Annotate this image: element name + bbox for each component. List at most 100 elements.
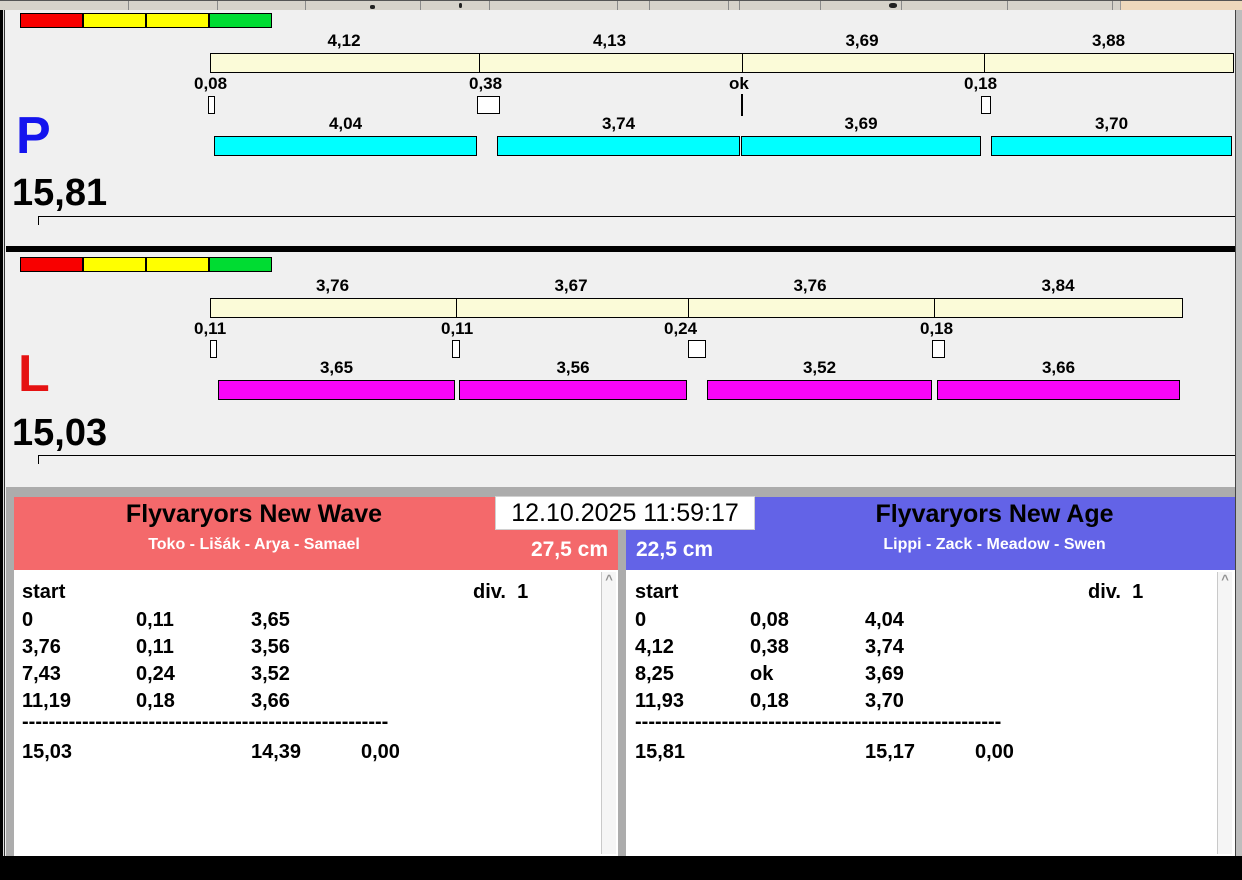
text-caret <box>38 217 39 225</box>
log-cell: 0 <box>22 609 34 631</box>
lane-panel-l: 3,76 3,67 3,76 3,84 0,11 0,11 0,24 0,18 … <box>6 252 1235 487</box>
dog-run-bar <box>214 136 477 156</box>
exchange-gap-box <box>932 340 945 358</box>
log-cell: 3,65 <box>251 609 290 631</box>
log-start-label: start <box>635 581 679 603</box>
log-clean-time: 15,17 <box>865 741 916 763</box>
log-cell: 0,08 <box>750 609 789 631</box>
log-cell: 0,38 <box>750 636 789 658</box>
team-card-right: Flyvaryors New Age Lippi - Zack - Meadow… <box>626 497 1235 856</box>
traffic-light-bar <box>20 257 272 272</box>
exchange-gap-label: 0,08 <box>194 74 228 93</box>
run-time-label: 3,70 <box>1094 114 1129 133</box>
dog-run-bar <box>707 380 932 400</box>
exchange-gap-label: 0,11 <box>441 319 474 338</box>
exchange-gap-label: 0,11 <box>194 319 227 338</box>
lane-total-time: 15,03 <box>12 412 108 454</box>
log-total-time: 15,81 <box>635 741 686 763</box>
lane-total-time: 15,81 <box>12 172 108 214</box>
run-log-table[interactable]: start div. 1 0 0,08 4,04 4,12 0,38 3,74 … <box>626 570 1235 856</box>
table-scrollbar[interactable]: ^ <box>601 572 616 854</box>
window-right-border[interactable] <box>1235 10 1242 856</box>
split-timeline-bar <box>210 298 1183 318</box>
exchange-gap-box <box>477 96 500 114</box>
run-time-label: 3,56 <box>556 358 590 377</box>
traffic-yellow1-indicator <box>83 257 146 272</box>
dog-run-bar <box>459 380 687 400</box>
team-name: Flyvaryors New Wave <box>125 500 383 528</box>
log-cell: 3,74 <box>865 636 904 658</box>
log-cell: 3,76 <box>22 636 61 658</box>
scroll-up-icon[interactable]: ^ <box>1218 573 1232 586</box>
log-cell: 4,04 <box>865 609 904 631</box>
dog-run-bar <box>937 380 1180 400</box>
log-division-label: div. 1 <box>473 581 529 603</box>
run-time-label: 3,52 <box>802 358 837 377</box>
run-time-label: 3,65 <box>319 358 354 377</box>
log-cell: 8,25 <box>635 663 674 685</box>
traffic-yellow1-indicator <box>83 13 146 28</box>
exchange-ok-tick <box>741 94 743 116</box>
table-scrollbar[interactable]: ^ <box>1217 572 1232 854</box>
log-cell: 3,56 <box>251 636 290 658</box>
split-divider <box>688 299 689 317</box>
split-time-label: 3,69 <box>845 31 879 50</box>
split-divider <box>456 299 457 317</box>
team-lineup: Toko - Lišák - Arya - Samael <box>148 536 360 553</box>
run-time-label: 3,74 <box>601 114 636 133</box>
team-lineup: Lippi - Zack - Meadow - Swen <box>883 536 1106 553</box>
split-time-label: 3,84 <box>1041 276 1075 295</box>
application-window: 4,12 4,13 3,69 3,88 0,08 0,38 ok 0,18 4,… <box>0 0 1242 880</box>
log-clean-time: 14,39 <box>251 741 302 763</box>
log-cell: 0,11 <box>136 609 174 631</box>
split-time-label: 4,13 <box>592 31 627 50</box>
split-divider <box>742 54 743 72</box>
bottom-black-strip <box>0 856 1242 880</box>
traffic-red-indicator <box>20 13 83 28</box>
log-penalty: 0,00 <box>975 741 1014 763</box>
log-cell: 0,24 <box>136 663 175 685</box>
split-time-label: 4,12 <box>327 31 361 50</box>
clock-text: 12.10.2025 11:59:17 <box>511 499 739 527</box>
lane-panel-p: 4,12 4,13 3,69 3,88 0,08 0,38 ok 0,18 4,… <box>6 10 1235 246</box>
exchange-gap-box <box>452 340 460 358</box>
dog-run-bar <box>991 136 1232 156</box>
lane-letter: P <box>16 107 51 165</box>
team-card-left: Flyvaryors New Wave Toko - Lišák - Arya … <box>14 497 618 856</box>
log-cell: ok <box>750 663 774 685</box>
log-cell: 4,12 <box>635 636 674 658</box>
lane-status-divider <box>38 455 1235 456</box>
split-timeline-bar <box>210 53 1234 73</box>
traffic-light-bar <box>20 13 272 28</box>
run-log-table[interactable]: start div. 1 0 0,11 3,65 3,76 0,11 3,56 … <box>14 570 618 856</box>
log-cell: 0 <box>635 609 647 631</box>
jump-height-badge: 27,5 cm <box>530 538 608 561</box>
exchange-gap-label: ok <box>729 74 749 93</box>
log-separator: ----------------------------------------… <box>635 711 1002 733</box>
exchange-gap-box <box>210 340 217 358</box>
split-divider <box>984 54 985 72</box>
toolbar-remnant[interactable] <box>0 0 1242 11</box>
team-name: Flyvaryors New Age <box>875 500 1114 528</box>
exchange-gap-box <box>208 96 215 114</box>
scroll-up-icon[interactable]: ^ <box>602 573 616 586</box>
lane-letter: L <box>18 345 50 403</box>
split-time-label: 3,76 <box>793 276 827 295</box>
log-cell: 0,11 <box>136 636 174 658</box>
log-division-label: div. 1 <box>1088 581 1144 603</box>
dog-run-bar <box>497 136 740 156</box>
split-time-label: 3,76 <box>315 276 350 295</box>
traffic-green-indicator <box>209 257 272 272</box>
run-time-label: 3,69 <box>844 114 878 133</box>
run-time-label: 3,66 <box>1041 358 1076 377</box>
dog-run-bar <box>218 380 455 400</box>
traffic-yellow2-indicator <box>146 13 209 28</box>
traffic-yellow2-indicator <box>146 257 209 272</box>
exchange-gap-box <box>981 96 991 114</box>
log-cell: 3,69 <box>865 663 904 685</box>
dog-run-bar <box>741 136 981 156</box>
split-divider <box>479 54 480 72</box>
toolbar-glyph-fragment <box>889 3 897 8</box>
exchange-gap-label: 0,18 <box>920 319 954 338</box>
lane-status-divider <box>38 216 1235 217</box>
